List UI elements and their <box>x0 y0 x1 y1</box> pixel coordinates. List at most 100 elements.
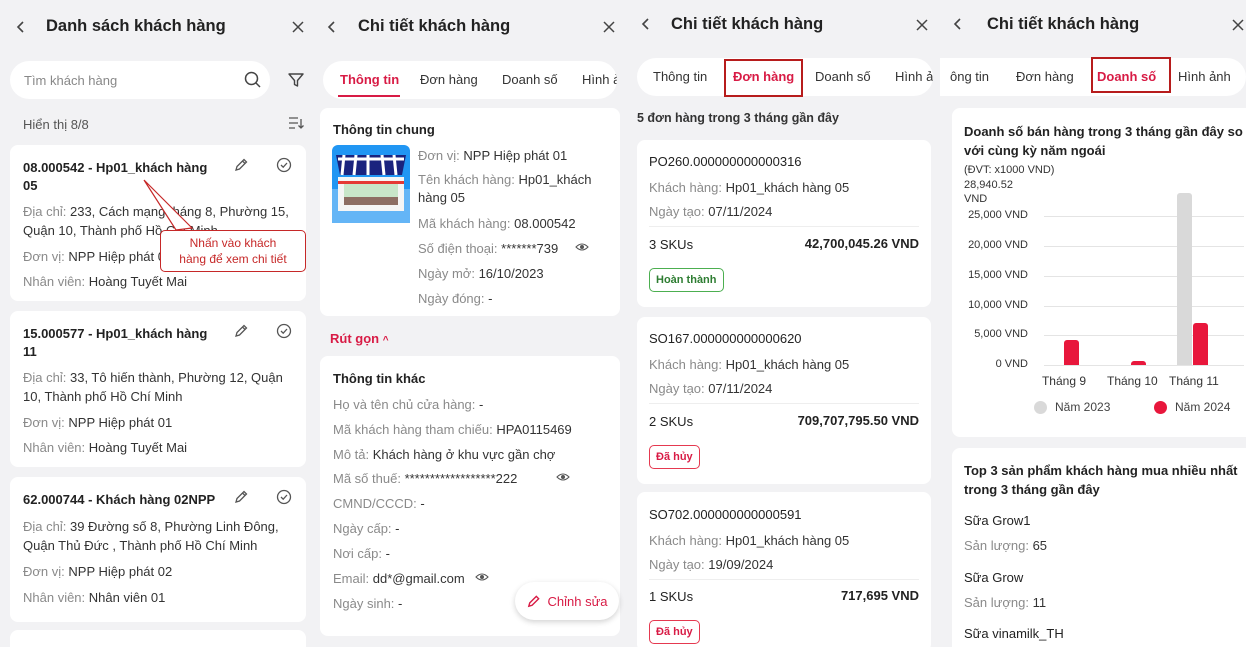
edit-pencil-icon[interactable] <box>233 157 249 173</box>
sales-chart-card: Doanh số bán hàng trong 3 tháng gần đây … <box>952 108 1246 437</box>
check-circle-icon[interactable] <box>276 323 292 339</box>
search-icon[interactable] <box>244 71 262 89</box>
y-tick-label: 10,000 VND <box>968 298 1028 311</box>
back-arrow-icon[interactable] <box>639 15 653 33</box>
check-circle-icon[interactable] <box>276 157 292 173</box>
product-qty: Sản lượng: 11 <box>964 595 1047 610</box>
back-arrow-icon[interactable] <box>325 18 339 36</box>
search-input[interactable]: Tìm khách hàng <box>10 61 270 99</box>
gridline <box>1044 335 1244 337</box>
search-placeholder: Tìm khách hàng <box>24 73 118 88</box>
tab-underline <box>338 95 400 97</box>
edit-button[interactable]: Chỉnh sửa <box>515 582 619 620</box>
customer-card[interactable]: 62.000744 - Khách hàng 02NPP Địa chỉ: 39… <box>10 477 306 622</box>
order-customer: Khách hàng: Hp01_khách hàng 05 <box>649 180 850 195</box>
info-id-card: CMND/CCCD: - <box>333 496 425 511</box>
gridline <box>1044 216 1244 218</box>
gridline <box>1044 275 1244 277</box>
info-description: Mô tả: Khách hàng ở khu vực gần chợ <box>333 447 556 462</box>
info-phone: Số điện thoại: *******739 <box>418 241 559 256</box>
x-tick-label: Tháng 10 <box>1107 374 1158 388</box>
tooltip-pointer <box>143 179 194 231</box>
tab-images[interactable]: Hình ả <box>895 69 933 84</box>
legend-item-2023: Năm 2023 <box>1034 400 1110 414</box>
order-card[interactable]: PO260.000000000000316 Khách hàng: Hp01_k… <box>637 140 931 307</box>
gridline <box>1044 246 1244 248</box>
y-tick-label: 25,000 VND <box>968 209 1028 222</box>
product-name: Sữa Grow1 <box>964 513 1031 528</box>
info-unit: Đơn vị: NPP Hiệp phát 01 <box>418 148 568 163</box>
store-image <box>332 145 410 223</box>
page-title: Danh sách khách hàng <box>46 17 226 35</box>
info-email: Email: dd*@gmail.com <box>333 571 465 586</box>
info-owner-name: Họ và tên chủ cửa hàng: - <box>333 397 484 412</box>
filter-icon[interactable] <box>287 71 305 89</box>
close-icon[interactable] <box>601 19 617 35</box>
eye-icon[interactable] <box>575 240 589 254</box>
legend-item-2024: Năm 2024 <box>1154 400 1230 414</box>
y-tick-label: 20,000 VND <box>968 239 1028 252</box>
info-open-date: Ngày mở: 16/10/2023 <box>418 266 544 281</box>
close-icon[interactable] <box>914 17 930 33</box>
orders-header: Chi tiết khách hàng <box>627 0 940 54</box>
customer-staff: Nhân viên: Nhân viên 01 <box>23 590 166 605</box>
product-qty: Sản lượng: 65 <box>964 538 1048 553</box>
section-title: Thông tin chung <box>333 122 435 137</box>
product-name: Sữa vinamilk_TH <box>964 626 1064 641</box>
y-max-label: 28,940.52 VND <box>964 179 1013 205</box>
top-products-title: Top 3 sản phẩm khách hàng mua nhiều nhất… <box>964 463 1238 497</box>
bar-2023-3 <box>1177 193 1192 365</box>
customer-card[interactable]: 15.000577 - Hp01_khách hàng 11 Địa chỉ: … <box>10 311 306 467</box>
status-badge: Hoàn thành <box>649 268 724 292</box>
info-tax-code: Mã số thuế: ******************222 <box>333 471 518 486</box>
close-icon[interactable] <box>1230 17 1246 33</box>
divider <box>649 403 919 404</box>
tab-orders[interactable]: Đơn hàng <box>420 72 478 87</box>
edit-pencil-icon[interactable] <box>233 323 249 339</box>
tab-info[interactable]: Thông tin <box>340 72 399 87</box>
eye-icon[interactable] <box>556 470 570 484</box>
order-card[interactable]: SO167.000000000000620 Khách hàng: Hp01_k… <box>637 317 931 484</box>
customer-address: Địa chỉ: 33, Tô hiến thành, Phường 12, Q… <box>23 370 283 404</box>
info-customer-code: Mã khách hàng: 08.000542 <box>418 216 576 231</box>
order-skus: 3 SKUs <box>649 237 694 252</box>
bar-2024-1 <box>1064 340 1079 365</box>
page-title: Chi tiết khách hàng <box>671 15 824 33</box>
page-title: Chi tiết khách hàng <box>987 15 1140 33</box>
eye-icon[interactable] <box>475 570 489 584</box>
order-date: Ngày tạo: 07/11/2024 <box>649 204 773 219</box>
close-icon[interactable] <box>290 19 306 35</box>
status-badge: Đã hủy <box>649 445 700 469</box>
order-card[interactable]: SO702.000000000000591 Khách hàng: Hp01_k… <box>637 492 931 647</box>
tab-sales[interactable]: Doanh số <box>815 69 871 84</box>
customer-unit: Đơn vị: NPP Hiệp phát 02 <box>23 564 173 579</box>
edit-pencil-icon[interactable] <box>233 489 249 505</box>
orders-summary: 5 đơn hàng trong 3 tháng gần đây <box>637 111 839 125</box>
y-tick-label: 0 VND <box>995 358 1028 370</box>
customer-card[interactable] <box>10 630 306 647</box>
order-skus: 1 SKUs <box>649 589 694 604</box>
tab-info[interactable]: Thông tin <box>653 69 707 84</box>
back-arrow-icon[interactable] <box>14 18 28 36</box>
divider <box>649 579 919 580</box>
tab-orders[interactable]: Đơn hàng <box>1016 69 1074 84</box>
tab-images[interactable]: Hình ảnh <box>1178 69 1231 84</box>
order-date: Ngày tạo: 07/11/2024 <box>649 381 773 396</box>
tab-images[interactable]: Hình ả <box>582 72 617 87</box>
tab-sales[interactable]: Doanh số <box>502 72 558 87</box>
highlight-box <box>1091 57 1171 93</box>
tab-bar: Thông tin Đơn hàng Doanh số Hình ả <box>323 61 617 99</box>
sales-header: Chi tiết khách hàng <box>940 0 1246 54</box>
order-amount: 42,700,045.26 VND <box>804 236 919 251</box>
tab-info[interactable]: ông tin <box>950 69 989 84</box>
section-title: Thông tin khác <box>333 371 426 386</box>
customer-unit: Đơn vị: NPP Hiệp phát 01 <box>23 249 173 264</box>
customer-title: 62.000744 - Khách hàng 02NPP <box>23 492 216 507</box>
check-circle-icon[interactable] <box>276 489 292 505</box>
collapse-toggle[interactable]: Rút gọn ^ <box>330 331 389 346</box>
divider <box>649 226 919 227</box>
sort-icon[interactable] <box>287 115 305 131</box>
customer-title: 15.000577 - Hp01_khách hàng 11 <box>23 326 208 359</box>
back-arrow-icon[interactable] <box>951 15 965 33</box>
info-issue-date: Ngày cấp: - <box>333 521 400 536</box>
